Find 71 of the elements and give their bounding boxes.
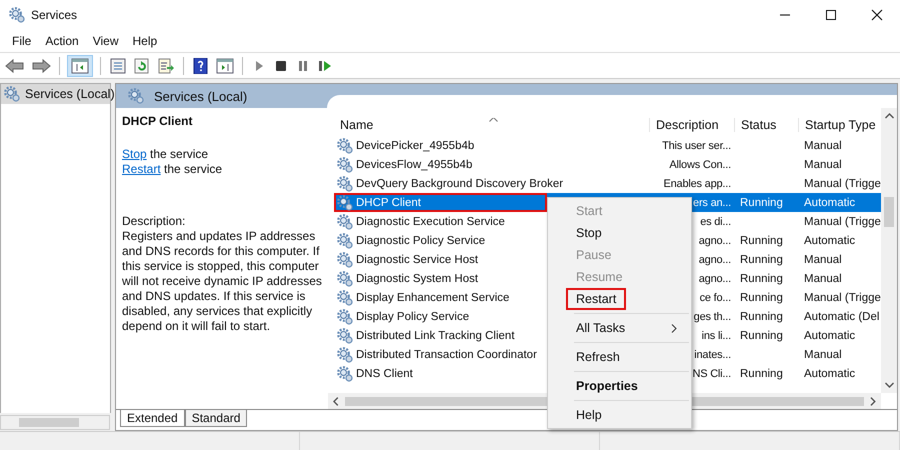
action-text: the service xyxy=(163,162,222,176)
table-cell-text: Enables app... xyxy=(662,178,732,190)
menu-item[interactable]: Help xyxy=(126,32,164,50)
column-header[interactable]: Name xyxy=(334,118,649,132)
menu-item[interactable]: Action xyxy=(38,32,86,50)
table-cell-text: ers an... xyxy=(692,196,732,208)
table-cell-text: Manual xyxy=(803,158,843,170)
table-cell-text: agno... xyxy=(698,254,732,266)
table-cell[interactable]: DNS Client xyxy=(356,368,413,380)
table-cell-text: Running xyxy=(739,272,784,284)
table-cell-text: Automatic xyxy=(803,196,856,208)
table-cell-text: inates... xyxy=(693,348,732,360)
table-cell[interactable]: Distributed Link Tracking Client xyxy=(356,330,515,342)
table-cell-text: Manual xyxy=(803,272,843,284)
window-title: Services xyxy=(31,8,78,22)
table-cell[interactable]: DevicesFlow_4955b4b xyxy=(356,158,472,170)
table-cell-text: Manual xyxy=(803,254,843,266)
context-menu-item[interactable]: Help xyxy=(548,404,691,426)
menu-item[interactable]: File xyxy=(5,32,38,50)
table-cell[interactable]: Diagnostic Execution Service xyxy=(356,216,505,228)
table-cell-text: Automatic (Del xyxy=(803,310,880,322)
table-cell[interactable]: Distributed Transaction Coordinator xyxy=(356,348,537,360)
table-cell-text: agno... xyxy=(698,272,732,284)
service-title: DHCP Client xyxy=(122,114,194,129)
table-cell-text: ins li... xyxy=(700,330,732,342)
table-cell-text: Running xyxy=(739,254,784,266)
context-menu-item[interactable]: Refresh xyxy=(548,346,691,368)
table-cell-text: Automatic xyxy=(803,368,856,380)
table-cell-text: Automatic xyxy=(803,234,856,246)
table-cell-text: Running xyxy=(739,310,784,322)
table-cell[interactable]: DevQuery Background Discovery Broker xyxy=(356,178,564,190)
table-cell-text: Running xyxy=(739,292,784,304)
table-cell-text: Manual xyxy=(803,140,843,152)
table-cell[interactable]: Display Enhancement Service xyxy=(356,292,510,304)
column-header[interactable]: Description xyxy=(649,118,734,132)
table-cell-text: Manual (Trigge xyxy=(803,216,881,228)
pane-title: Services (Local) xyxy=(154,88,248,104)
table-cell-text: Manual (Trigge xyxy=(803,292,881,304)
table-cell-text: Running xyxy=(739,368,784,380)
table-cell-text: Allows Con... xyxy=(668,158,732,170)
service-action-link[interactable]: Stop xyxy=(122,147,147,161)
service-action-link[interactable]: Restart xyxy=(122,162,161,176)
context-menu-item[interactable]: Restart xyxy=(548,288,691,310)
column-header[interactable]: Status xyxy=(734,118,798,132)
table-cell[interactable]: Diagnostic Policy Service xyxy=(356,234,486,246)
table-cell-text: Manual xyxy=(803,348,843,360)
table-cell[interactable]: Display Policy Service xyxy=(356,310,470,322)
table-cell-text: es di... xyxy=(699,216,732,228)
table-cell[interactable]: DevicePicker_4955b4b xyxy=(356,140,474,152)
table-cell[interactable]: Diagnostic System Host xyxy=(356,272,478,284)
table-cell-text: Running xyxy=(739,330,784,342)
view-tab[interactable]: Standard xyxy=(184,410,248,427)
table-cell-text: This user ser... xyxy=(661,140,732,152)
table-cell-text: Manual (Trigge xyxy=(803,178,881,190)
table-cell-text: ce fo... xyxy=(698,292,732,304)
context-menu-item[interactable]: Properties xyxy=(548,375,691,397)
table-cell[interactable]: DHCP Client xyxy=(356,196,421,208)
description-label: Description: xyxy=(122,214,186,229)
context-menu-item[interactable]: All Tasks xyxy=(548,317,691,339)
table-cell-text: ges th... xyxy=(692,310,732,322)
service-description: Registers and updates IP addresses and DNS records for this computer. If this service is stopped, this computer will not receive dynamic IP addresses and DNS updates. If this service is disabled, any services that explicitly depend on it will fail to start. xyxy=(122,229,322,334)
table-cell-text: Running xyxy=(739,196,784,208)
context-menu-item[interactable]: Stop xyxy=(548,222,691,244)
action-text: the service xyxy=(149,147,208,161)
menu-item[interactable]: View xyxy=(86,32,126,50)
table-cell[interactable]: Diagnostic Service Host xyxy=(356,254,478,266)
table-cell-text: agno... xyxy=(698,234,732,246)
table-cell-text: Automatic xyxy=(803,330,856,342)
table-cell-text: NS Cli... xyxy=(691,368,732,380)
view-tab[interactable]: Extended xyxy=(120,410,185,427)
table-cell-text: Running xyxy=(739,234,784,246)
